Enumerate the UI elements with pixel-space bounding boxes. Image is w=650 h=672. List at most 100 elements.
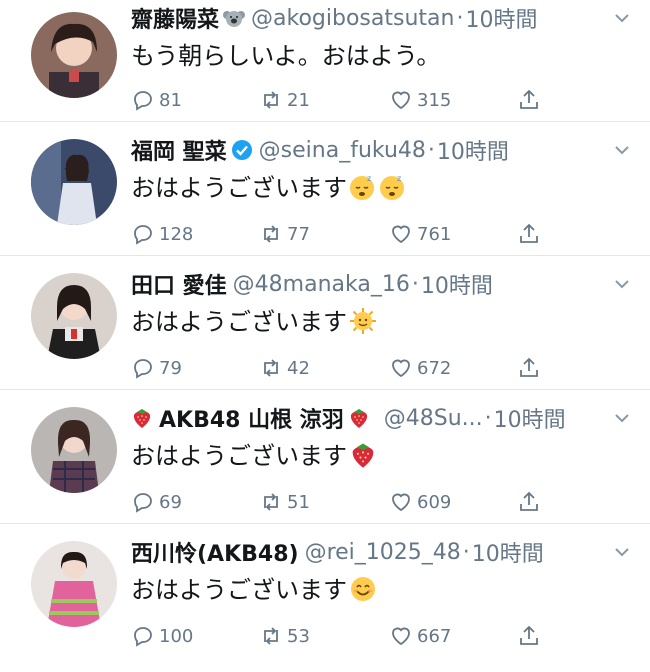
handle[interactable]: @seina_fuku48 — [259, 138, 426, 163]
tweet[interactable]: 田口 愛佳 @48manaka_16 · 10時間 おはようございます 79 4… — [0, 256, 650, 390]
tweet-header: 福岡 聖菜 @seina_fuku48 · 10時間 — [131, 134, 630, 166]
tweet-actions: 81 21 315 — [131, 86, 630, 114]
display-name[interactable]: AKB48 山根 涼羽 — [159, 402, 344, 434]
timestamp[interactable]: 10時間 — [437, 134, 509, 166]
sleeping-face-icon: z — [350, 174, 374, 200]
retweet-count: 77 — [287, 223, 310, 245]
display-name[interactable]: 齋藤陽菜 — [131, 2, 219, 34]
display-name[interactable]: 福岡 聖菜 — [131, 134, 227, 166]
tweet[interactable]: AKB48 山根 涼羽 @48Su... · 10時間 おはようございます 69… — [0, 390, 650, 524]
share-button[interactable] — [517, 220, 541, 248]
reply-icon — [134, 493, 152, 513]
like-button[interactable]: 609 — [389, 488, 451, 516]
chevron-down-icon[interactable] — [614, 12, 630, 24]
tweet-header: 齋藤陽菜 @akogibosatsutan · 10時間 — [131, 2, 630, 34]
reply-icon — [134, 627, 152, 647]
tweet-actions: 128 77 761 — [131, 220, 630, 248]
retweet-count: 53 — [287, 625, 310, 647]
like-button[interactable]: 315 — [389, 86, 451, 114]
like-count: 315 — [417, 89, 452, 111]
retweet-button[interactable]: 77 — [259, 220, 310, 248]
display-name[interactable]: 西川怜(AKB48) — [131, 536, 299, 568]
reply-count: 128 — [159, 223, 194, 245]
chevron-down-icon[interactable] — [614, 278, 630, 290]
avatar[interactable] — [31, 139, 117, 225]
retweet-icon — [264, 359, 278, 377]
share-button[interactable] — [517, 488, 541, 516]
share-button[interactable] — [517, 622, 541, 650]
tweet-actions: 69 51 609 — [131, 488, 630, 516]
display-name[interactable]: 田口 愛佳 — [131, 268, 227, 300]
tweet-text: おはようございます — [131, 438, 630, 474]
strawberry-icon — [350, 409, 367, 428]
share-icon — [520, 491, 538, 511]
reply-count: 81 — [159, 89, 182, 111]
avatar[interactable] — [31, 12, 117, 98]
reply-icon — [134, 225, 152, 245]
reply-button[interactable]: 81 — [131, 86, 182, 114]
handle[interactable]: @48manaka_16 — [233, 272, 410, 297]
reply-button[interactable]: 69 — [131, 488, 182, 516]
timestamp[interactable]: 10時間 — [472, 536, 544, 568]
heart-icon — [392, 225, 410, 244]
avatar[interactable] — [31, 541, 117, 627]
tweet-text: おはようございます z z — [131, 170, 630, 206]
heart-icon — [392, 493, 410, 512]
like-count: 761 — [417, 223, 452, 245]
timestamp[interactable]: 10時間 — [421, 268, 493, 300]
retweet-button[interactable]: 42 — [259, 354, 310, 382]
heart-icon — [392, 627, 410, 646]
retweet-icon — [264, 225, 278, 243]
tweet[interactable]: 齋藤陽菜 @akogibosatsutan · 10時間 もう朝らしいよ。おはよ… — [0, 0, 650, 122]
tweet-actions: 79 42 672 — [131, 354, 630, 382]
handle[interactable]: @akogibosatsutan — [251, 6, 454, 31]
verified-icon — [231, 140, 252, 160]
retweet-button[interactable]: 21 — [259, 86, 310, 114]
retweet-icon — [264, 493, 278, 511]
heart-icon — [392, 359, 410, 378]
tweet[interactable]: 福岡 聖菜 @seina_fuku48 · 10時間 おはようございます z z 1… — [0, 122, 650, 256]
like-count: 667 — [417, 625, 452, 647]
share-icon — [520, 357, 538, 377]
timeline: 齋藤陽菜 @akogibosatsutan · 10時間 もう朝らしいよ。おはよ… — [0, 0, 650, 658]
timestamp[interactable]: 10時間 — [494, 402, 566, 434]
avatar[interactable] — [31, 273, 117, 359]
retweet-count: 21 — [287, 89, 310, 111]
handle[interactable]: @48Su... — [384, 406, 483, 431]
avatar[interactable] — [31, 407, 117, 493]
sun-face-icon — [350, 308, 376, 334]
tweet[interactable]: 西川怜(AKB48) @rei_1025_48 · 10時間 おはようございます… — [0, 524, 650, 658]
separator-dot: · — [462, 539, 470, 565]
reply-button[interactable]: 100 — [131, 622, 193, 650]
tweet-header: AKB48 山根 涼羽 @48Su... · 10時間 — [131, 402, 630, 434]
share-icon — [520, 223, 538, 243]
share-icon — [520, 89, 538, 109]
smiling-face-icon — [351, 577, 375, 601]
tweet-actions: 100 53 667 — [131, 622, 630, 650]
heart-icon — [392, 91, 410, 110]
like-count: 609 — [417, 491, 452, 513]
retweet-button[interactable]: 53 — [259, 622, 310, 650]
tweet-text: おはようございます — [131, 304, 630, 340]
chevron-down-icon[interactable] — [614, 546, 630, 558]
chevron-down-icon[interactable] — [614, 412, 630, 424]
retweet-count: 42 — [287, 357, 310, 379]
handle[interactable]: @rei_1025_48 — [305, 540, 461, 565]
share-button[interactable] — [517, 354, 541, 382]
reply-button[interactable]: 79 — [131, 354, 182, 382]
svg-text:z: z — [397, 174, 401, 183]
share-button[interactable] — [517, 86, 541, 114]
like-button[interactable]: 667 — [389, 622, 451, 650]
share-icon — [520, 625, 538, 645]
timestamp[interactable]: 10時間 — [465, 2, 537, 34]
reply-count: 100 — [159, 625, 194, 647]
like-button[interactable]: 761 — [389, 220, 451, 248]
reply-button[interactable]: 128 — [131, 220, 193, 248]
reply-icon — [134, 91, 152, 111]
tweet-text: おはようございます — [131, 572, 630, 608]
tweet-text: もう朝らしいよ。おはよう。 — [131, 42, 441, 70]
tweet-header: 田口 愛佳 @48manaka_16 · 10時間 — [131, 268, 630, 300]
like-button[interactable]: 672 — [389, 354, 451, 382]
retweet-button[interactable]: 51 — [259, 488, 310, 516]
chevron-down-icon[interactable] — [614, 144, 630, 156]
